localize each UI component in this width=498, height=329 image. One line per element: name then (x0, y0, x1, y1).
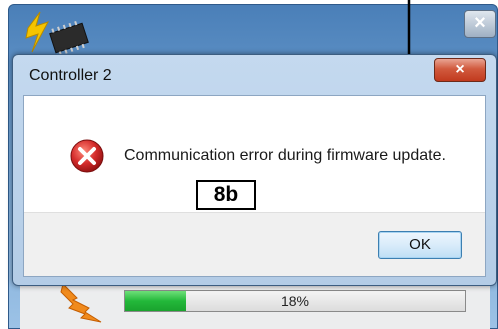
dialog-content: Communication error during firmware upda… (23, 95, 486, 277)
ok-button[interactable]: OK (378, 231, 462, 259)
dialog-close-button[interactable]: × (434, 58, 486, 82)
dialog-title: Controller 2 (29, 67, 112, 84)
firmware-progress-bar: 18% (124, 290, 466, 312)
lightning-arrow-icon (60, 283, 102, 323)
error-dialog: Controller 2 × Communication error durin… (12, 54, 497, 286)
error-message: Communication error during firmware upda… (124, 147, 446, 164)
chip-icon (25, 11, 89, 56)
background-close-button[interactable]: × (464, 10, 496, 38)
dialog-footer: OK (24, 212, 485, 276)
error-icon (70, 139, 104, 173)
step-label: 8b (196, 180, 256, 210)
progress-percent: 18% (280, 293, 310, 309)
